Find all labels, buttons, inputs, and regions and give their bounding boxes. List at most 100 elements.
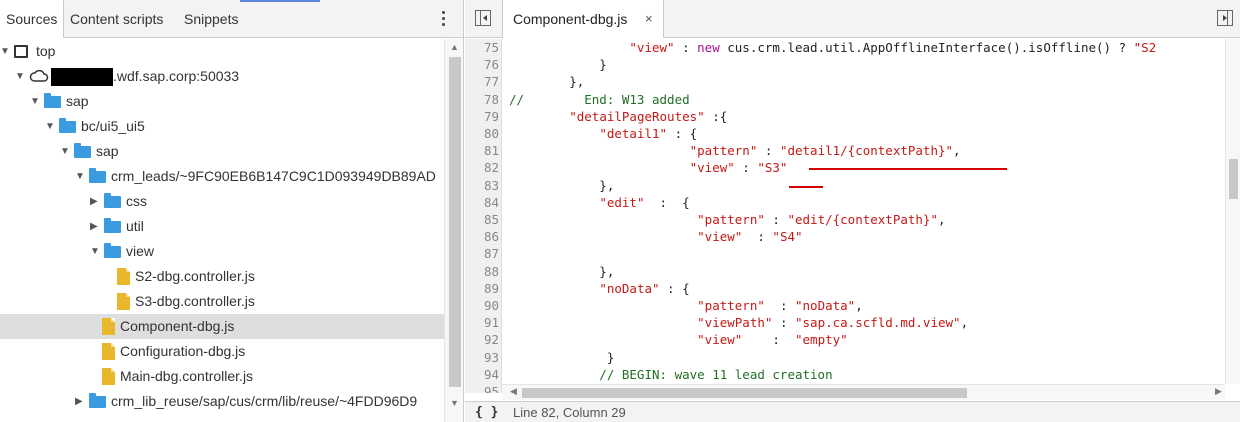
line-number[interactable]: 91 [465,314,499,331]
code-token: "S2 [1133,40,1157,55]
code-token: : [742,229,773,245]
line-number[interactable]: 75 [465,39,499,56]
code-line[interactable]: 77 }, [465,73,1240,90]
tree-item-folder[interactable]: ▼ crm_leads/~9FC90EB6B147C9C1D093949DB89A… [0,164,444,189]
tree-item-folder[interactable]: ▼ top [0,39,444,64]
code-text: "noData" : { [509,280,689,297]
expand-arrow-icon[interactable]: ▼ [15,64,25,89]
annotation-underline [809,168,1007,170]
code-line[interactable]: 88 }, [465,263,1240,280]
line-number[interactable]: 87 [465,245,499,262]
code-line[interactable]: 94 // BEGIN: wave 11 lead creation [465,366,1240,383]
line-number[interactable]: 81 [465,142,499,159]
line-number[interactable]: 90 [465,297,499,314]
line-number[interactable]: 79 [465,108,499,125]
code-line[interactable]: 85 "pattern" : "edit/{contextPath}", [465,211,1240,228]
tree-item-folder[interactable]: ▶ crm_lib_reuse/sap/cus/crm/lib/reuse/~4F… [0,389,444,414]
line-number[interactable]: 94 [465,366,499,383]
tree-item-folder[interactable]: ▼ sap [0,89,444,114]
code-line[interactable]: 79 "detailPageRoutes" :{ [465,108,1240,125]
line-number[interactable]: 93 [465,349,499,366]
line-number[interactable]: 76 [465,56,499,73]
tree-item-folder[interactable]: ▼ bc/ui5_ui5 [0,114,444,139]
code-editor[interactable]: 75 "view" : new cus.crm.lead.util.AppOff… [465,39,1240,393]
tree-item-folder[interactable]: ▼ .wdf.sap.corp:50033 [0,64,444,89]
close-icon[interactable]: × [645,0,653,38]
line-number[interactable]: 89 [465,280,499,297]
tree-scrollbar[interactable]: ▲ ▼ [444,39,463,422]
code-line[interactable]: 83 }, [465,177,1240,194]
scroll-right-icon[interactable]: ▶ [1215,386,1222,397]
code-line[interactable]: 86 "view" : "S4" [465,228,1240,245]
code-text: } [509,56,607,73]
scroll-up-icon[interactable]: ▲ [450,42,459,52]
expand-arrow-icon[interactable]: ▼ [30,89,40,114]
code-line[interactable]: 75 "view" : new cus.crm.lead.util.AppOff… [465,39,1240,56]
more-options-icon[interactable] [438,8,450,30]
tab-sources[interactable]: Sources [0,0,64,39]
file-icon [102,318,115,335]
tree-item-file[interactable]: Main-dbg.controller.js [0,364,444,389]
tree-scrollbar-thumb[interactable] [449,57,461,387]
navigator-tabs: Sources Content scripts Snippets [0,0,463,39]
line-number[interactable]: 77 [465,73,499,90]
code-line[interactable]: 89 "noData" : { [465,280,1240,297]
editor-horizontal-scrollbar-thumb[interactable] [522,388,967,398]
editor-file-tab[interactable]: Component-dbg.js × [502,0,664,39]
collapse-arrow-icon[interactable]: ▶ [90,214,100,239]
code-token: : [772,315,795,331]
line-number[interactable]: 88 [465,263,499,280]
collapse-arrow-icon[interactable]: ▶ [90,189,100,214]
file-icon [117,268,130,285]
line-number[interactable]: 84 [465,194,499,211]
scroll-left-icon[interactable]: ◀ [510,386,517,397]
editor-vertical-scrollbar-thumb[interactable] [1229,159,1238,199]
tree-item-folder[interactable]: ▼ view [0,239,444,264]
code-line[interactable]: 93 } [465,349,1240,366]
scroll-down-icon[interactable]: ▼ [450,398,459,408]
toggle-navigator-icon[interactable] [475,10,491,26]
code-line[interactable]: 76 } [465,56,1240,73]
code-line[interactable]: 92 "view" : "empty" [465,331,1240,348]
collapse-arrow-icon[interactable]: ▶ [75,389,85,414]
code-token: "detailPageRoutes" [569,108,705,124]
editor-horizontal-scrollbar[interactable]: ◀ ▶ [502,384,1225,400]
tab-snippets[interactable]: Snippets [184,0,238,38]
tab-content-scripts[interactable]: Content scripts [70,0,163,38]
editor-vertical-scrollbar[interactable] [1225,39,1240,384]
expand-arrow-icon[interactable]: ▼ [60,139,70,164]
tree-item-file[interactable]: Configuration-dbg.js [0,339,444,364]
expand-arrow-icon[interactable]: ▼ [90,239,100,264]
pretty-print-icon[interactable]: { } [475,402,498,422]
line-number[interactable]: 86 [465,228,499,245]
expand-arrow-icon[interactable]: ▼ [0,39,10,64]
tree-item-file[interactable]: S2-dbg.controller.js [0,264,444,289]
code-line[interactable]: 90 "pattern" : "noData", [465,297,1240,314]
tree-item-folder[interactable]: ▶ util [0,214,444,239]
code-line[interactable]: 84 "edit" : { [465,194,1240,211]
tree-item-file[interactable]: Component-dbg.js [0,314,444,339]
code-token: }, [509,74,585,90]
code-token: "viewPath" [697,315,773,331]
code-line[interactable]: 91 "viewPath" : "sap.ca.scfld.md.view", [465,314,1240,331]
expand-arrow-icon[interactable]: ▼ [45,114,55,139]
code-line[interactable]: 78 // End: W13 added [465,91,1240,108]
tree-item-label: crm_lib_reuse/sap/cus/crm/lib/reuse/~4FD… [111,393,418,409]
expand-arrow-icon[interactable]: ▼ [75,164,85,189]
tree-item-file[interactable]: S3-dbg.controller.js [0,289,444,314]
line-number[interactable]: 78 [465,91,499,108]
line-number[interactable]: 83 [465,177,499,194]
line-number[interactable]: 92 [465,331,499,348]
code-line[interactable]: 87 [465,245,1240,262]
tree-item-folder[interactable]: ▶ css [0,189,444,214]
line-number[interactable]: 85 [465,211,499,228]
code-line[interactable]: 81 "pattern" : "detail1/{contextPath}", [465,142,1240,159]
code-token: : { [667,126,698,141]
tree-item-folder[interactable]: ▼ sap [0,139,444,164]
line-number[interactable]: 82 [465,159,499,176]
line-number[interactable]: 95 [465,383,499,393]
line-number[interactable]: 80 [465,125,499,142]
code-line[interactable]: 80 "detail1" : { [465,125,1240,142]
toggle-debugger-icon[interactable] [1217,10,1233,26]
